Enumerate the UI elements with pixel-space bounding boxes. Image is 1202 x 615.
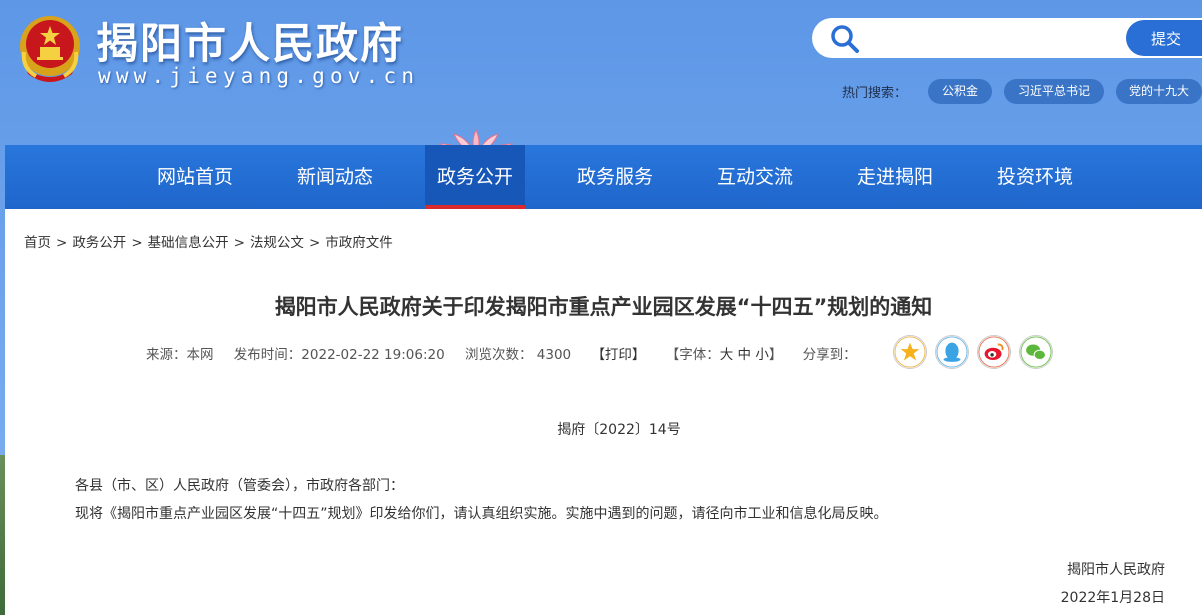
signature-date: 2022年1月28日 — [1060, 590, 1165, 606]
weibo-icon[interactable] — [977, 335, 1011, 369]
nav-item-about-jieyang[interactable]: 走进揭阳 — [840, 145, 950, 209]
breadcrumb: 首页 > 政务公开 > 基础信息公开 > 法规公文 > 市政府文件 — [24, 231, 393, 251]
meta-views-count: 4300 — [536, 347, 572, 363]
qzone-icon[interactable] — [893, 335, 927, 369]
nav-item-interaction[interactable]: 互动交流 — [700, 145, 810, 209]
qq-icon[interactable] — [935, 335, 969, 369]
nav-item-news[interactable]: 新闻动态 — [280, 145, 390, 209]
article-meta: 来源：本网 发布时间：2022-02-22 19:06:20 浏览次数： 430… — [146, 343, 857, 363]
hot-tag-19th-congress[interactable]: 党的十九大 — [1116, 79, 1202, 104]
breadcrumb-basic-info[interactable]: 基础信息公开 — [148, 235, 229, 251]
signature-org: 揭阳市人民政府 — [1067, 562, 1165, 578]
breadcrumb-separator: > — [308, 235, 321, 251]
hot-search-label: 热门搜索： — [842, 86, 908, 101]
meta-published-time: 发布时间：2022-02-22 19:06:20 — [233, 347, 445, 363]
breadcrumb-gov-affairs-open[interactable]: 政务公开 — [72, 235, 126, 251]
site-url: www.jieyang.gov.cn — [98, 64, 420, 88]
breadcrumb-separator: > — [131, 235, 143, 251]
article-salutation: 各县（市、区）人民政府（管委会），市政府各部门： — [75, 478, 404, 494]
article-panel: 首页 > 政务公开 > 基础信息公开 > 法规公文 > 市政府文件 揭阳市人民政府关于印发揭阳市… — [5, 209, 1202, 615]
national-emblem-icon — [20, 16, 80, 82]
breadcrumb-separator: > — [233, 235, 245, 251]
nav-item-gov-services[interactable]: 政务服务 — [560, 145, 670, 209]
font-size-small[interactable]: 小 — [755, 347, 769, 363]
breadcrumb-home[interactable]: 首页 — [24, 235, 51, 251]
search-submit-button[interactable]: 提交 — [1126, 20, 1202, 56]
print-link[interactable]: 【打印】 — [591, 347, 645, 363]
search-input[interactable] — [868, 24, 1118, 52]
breadcrumb-separator: > — [56, 235, 68, 251]
hot-tag-xi-jinping[interactable]: 习近平总书记 — [1004, 79, 1104, 104]
site-title: 揭阳市人民政府 — [96, 19, 405, 68]
font-size-large[interactable]: 大 — [720, 347, 734, 363]
meta-views-label: 浏览次数： — [464, 347, 533, 363]
document-number: 揭府〔2022〕14号 — [557, 422, 681, 438]
breadcrumb-city-gov-docs[interactable]: 市政府文件 — [325, 235, 393, 251]
hot-tag-gongjijin[interactable]: 公积金 — [928, 79, 992, 104]
site-header: 揭阳市人民政府 www.jieyang.gov.cn 提交 热门搜索： 公积金 … — [0, 0, 1202, 158]
breadcrumb-regulations[interactable]: 法规公文 — [250, 235, 304, 251]
nav-item-home[interactable]: 网站首页 — [140, 145, 250, 209]
font-size-prefix: 【字体： — [665, 347, 720, 363]
search-box: 提交 — [812, 18, 1202, 58]
article-title: 揭阳市人民政府关于印发揭阳市重点产业园区发展“十四五”规划的通知 — [274, 295, 933, 319]
article-body: 现将《揭阳市重点产业园区发展“十四五”规划》印发给你们，请认真组织实施。实施中遇… — [75, 506, 888, 522]
meta-source: 来源：本网 — [146, 347, 214, 363]
wechat-icon[interactable] — [1019, 335, 1053, 369]
nav-item-gov-affairs-open[interactable]: 政务公开 — [425, 145, 525, 209]
nav-item-investment[interactable]: 投资环境 — [980, 145, 1090, 209]
share-label: 分享到： — [802, 347, 857, 363]
font-size-suffix: 】 — [768, 347, 783, 363]
search-icon[interactable] — [830, 24, 860, 54]
font-size-medium[interactable]: 中 — [738, 347, 752, 363]
main-nav: 网站首页 新闻动态 政务公开 政务服务 互动交流 走进揭阳 投资环境 — [5, 145, 1202, 209]
